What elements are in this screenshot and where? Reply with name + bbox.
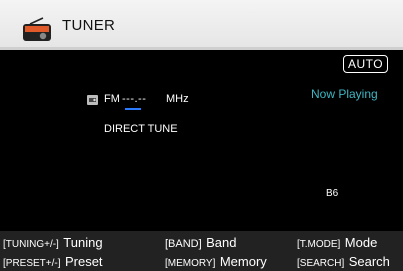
frequency-value: ---.-- <box>122 93 147 105</box>
tune-mode-label: DIRECT TUNE <box>104 123 178 135</box>
header-bar: TUNER <box>0 0 403 47</box>
radio-icon <box>23 17 51 41</box>
guide-action: Search <box>348 254 390 269</box>
button-guide: [TUNING+/-] Tuning [BAND] Band [T.MODE] … <box>0 231 403 271</box>
tuner-screen: TUNER AUTO Now Playing FM ---.-- MHz DIR… <box>0 0 403 271</box>
guide-item-band: [BAND] Band <box>165 234 237 252</box>
guide-row: [TUNING+/-] Tuning [BAND] Band [T.MODE] … <box>0 234 403 252</box>
frequency-unit: MHz <box>166 93 189 105</box>
guide-row: [PRESET+/-] Preset [MEMORY] Memory [SEAR… <box>0 253 403 271</box>
input-cursor <box>125 108 141 110</box>
guide-key: [T.MODE] <box>297 239 341 250</box>
guide-key: [TUNING+/-] <box>3 239 59 250</box>
guide-action: Band <box>206 235 237 250</box>
guide-key: [BAND] <box>165 238 202 250</box>
tuning-mode-badge: AUTO <box>343 55 388 73</box>
guide-key: [PRESET+/-] <box>3 258 61 269</box>
tuner-main-panel: AUTO Now Playing FM ---.-- MHz DIRECT TU… <box>0 50 403 231</box>
guide-action: Tuning <box>63 235 103 250</box>
guide-action: Preset <box>64 254 103 269</box>
guide-item-preset: [PRESET+/-] Preset <box>3 253 103 271</box>
page-title: TUNER <box>62 17 116 34</box>
guide-key: [MEMORY] <box>165 258 216 269</box>
band-label: FM <box>104 93 120 105</box>
guide-item-tuning: [TUNING+/-] Tuning <box>3 234 103 252</box>
guide-item-mode: [T.MODE] Mode <box>297 234 377 252</box>
guide-action: Memory <box>219 254 267 269</box>
preset-number: B6 <box>326 188 339 199</box>
guide-item-search: [SEARCH] Search <box>297 253 390 271</box>
band-icon <box>87 95 98 105</box>
guide-key: [SEARCH] <box>297 258 345 269</box>
guide-action: Mode <box>344 235 378 250</box>
now-playing-label: Now Playing <box>311 87 378 101</box>
guide-item-memory: [MEMORY] Memory <box>165 253 267 271</box>
